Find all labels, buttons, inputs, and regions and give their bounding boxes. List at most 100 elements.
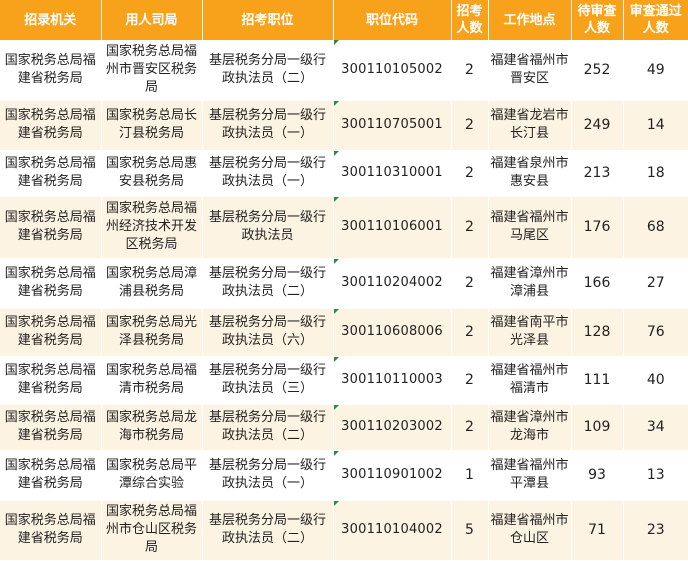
- table-row: 国家税务总局福建省税务局 国家税务总局龙海市税务局 基层税务分局一级行政执法员（二）…: [0, 404, 688, 451]
- header-row: 招录机关 用人司局 招考职位 职位代码 招考 人数 工作地点 待审查 人数 审查…: [0, 0, 688, 40]
- position-cell: 基层税务分局一级行政执法员（三）: [202, 356, 334, 405]
- position-code-cell: 300110105002: [333, 40, 452, 101]
- position-code-cell: 300110705001: [333, 100, 452, 151]
- department-cell: 国家税务总局光泽县税务局: [101, 308, 203, 357]
- review-stats-table: 招录机关 用人司局 招考职位 职位代码 招考 人数 工作地点 待审查 人数 审查…: [0, 0, 688, 561]
- position-cell: 基层税务分局一级行政执法员（二）: [202, 404, 334, 451]
- recruit-count-cell: 2: [451, 404, 489, 451]
- recruit-count-cell: 2: [451, 100, 489, 151]
- department-cell: 国家税务总局平潭综合实验: [101, 450, 203, 501]
- position-cell: 基层税务分局一级行政执法员（一）: [202, 450, 334, 501]
- passed-count-cell: 40: [623, 356, 688, 405]
- header-recruiting-agency: 招录机关: [0, 0, 102, 40]
- department-cell: 国家税务总局福州市晋安区税务局: [101, 40, 203, 101]
- work-location-cell: 福建省漳州市龙海市: [488, 404, 572, 451]
- work-location-cell: 福建省福州市福清市: [488, 356, 572, 405]
- org-cell: 国家税务总局福建省税务局: [0, 356, 102, 405]
- work-location-cell: 福建省福州市晋安区: [488, 40, 572, 101]
- pending-count-cell: 166: [571, 258, 624, 309]
- header-passed-count: 审查通过 人数: [623, 0, 688, 40]
- department-cell: 国家税务总局福州经济技术开发区税务局: [101, 196, 203, 259]
- position-cell: 基层税务分局一级行政执法员: [202, 196, 334, 259]
- passed-count-cell: 49: [623, 40, 688, 101]
- org-cell: 国家税务总局福建省税务局: [0, 500, 102, 561]
- department-cell: 国家税务总局龙海市税务局: [101, 404, 203, 451]
- pending-count-cell: 252: [571, 40, 624, 101]
- work-location-cell: 福建省福州市平潭县: [488, 450, 572, 501]
- passed-count-cell: 14: [623, 100, 688, 151]
- table-row: 国家税务总局福建省税务局 国家税务总局惠安县税务局 基层税务分局一级行政执法员（一）…: [0, 150, 688, 197]
- recruit-count-cell: 2: [451, 308, 489, 357]
- pending-count-cell: 111: [571, 356, 624, 405]
- position-cell: 基层税务分局一级行政执法员（六）: [202, 308, 334, 357]
- table-row: 国家税务总局福建省税务局 国家税务总局漳浦县税务局 基层税务分局一级行政执法员（二）…: [0, 258, 688, 309]
- recruit-count-cell: 5: [451, 500, 489, 561]
- org-cell: 国家税务总局福建省税务局: [0, 150, 102, 197]
- passed-count-cell: 23: [623, 500, 688, 561]
- pending-count-cell: 71: [571, 500, 624, 561]
- recruit-count-cell: 2: [451, 196, 489, 259]
- org-cell: 国家税务总局福建省税务局: [0, 404, 102, 451]
- table-row: 国家税务总局福建省税务局 国家税务总局福州市仓山区税务局 基层税务分局一级行政执法员…: [0, 500, 688, 561]
- org-cell: 国家税务总局福建省税务局: [0, 258, 102, 309]
- position-code-cell: 300110106001: [333, 196, 452, 259]
- table-row: 国家税务总局福建省税务局 国家税务总局光泽县税务局 基层税务分局一级行政执法员（六）…: [0, 308, 688, 357]
- passed-count-cell: 76: [623, 308, 688, 357]
- pending-count-cell: 93: [571, 450, 624, 501]
- passed-count-cell: 13: [623, 450, 688, 501]
- pending-count-cell: 176: [571, 196, 624, 259]
- position-cell: 基层税务分局一级行政执法员（二）: [202, 258, 334, 309]
- department-cell: 国家税务总局福州市仓山区税务局: [101, 500, 203, 561]
- department-cell: 国家税务总局福清市税务局: [101, 356, 203, 405]
- work-location-cell: 福建省南平市光泽县: [488, 308, 572, 357]
- work-location-cell: 福建省福州市仓山区: [488, 500, 572, 561]
- recruit-count-cell: 2: [451, 150, 489, 197]
- pending-count-cell: 249: [571, 100, 624, 151]
- work-location-cell: 福建省泉州市惠安县: [488, 150, 572, 197]
- position-code-cell: 300110203002: [333, 404, 452, 451]
- position-code-cell: 300110104002: [333, 500, 452, 561]
- passed-count-cell: 27: [623, 258, 688, 309]
- recruit-count-cell: 2: [451, 356, 489, 405]
- pending-count-cell: 109: [571, 404, 624, 451]
- table-row: 国家税务总局福建省税务局 国家税务总局平潭综合实验 基层税务分局一级行政执法员（一）…: [0, 450, 688, 501]
- position-cell: 基层税务分局一级行政执法员（二）: [202, 40, 334, 101]
- passed-count-cell: 68: [623, 196, 688, 259]
- position-code-cell: 300110901002: [333, 450, 452, 501]
- position-code-cell: 300110310001: [333, 150, 452, 197]
- header-pending-count: 待审查 人数: [571, 0, 624, 40]
- org-cell: 国家税务总局福建省税务局: [0, 196, 102, 259]
- table-row: 国家税务总局福建省税务局 国家税务总局福清市税务局 基层税务分局一级行政执法员（三）…: [0, 356, 688, 405]
- org-cell: 国家税务总局福建省税务局: [0, 100, 102, 151]
- header-employing-department: 用人司局: [101, 0, 203, 40]
- header-position: 招考职位: [202, 0, 334, 40]
- recruit-count-cell: 2: [451, 40, 489, 101]
- pending-count-cell: 213: [571, 150, 624, 197]
- position-code-cell: 300110204002: [333, 258, 452, 309]
- recruit-count-cell: 1: [451, 450, 489, 501]
- position-cell: 基层税务分局一级行政执法员（一）: [202, 150, 334, 197]
- header-recruit-count: 招考 人数: [451, 0, 489, 40]
- position-cell: 基层税务分局一级行政执法员（二）: [202, 500, 334, 561]
- org-cell: 国家税务总局福建省税务局: [0, 450, 102, 501]
- work-location-cell: 福建省福州市马尾区: [488, 196, 572, 259]
- table-row: 国家税务总局福建省税务局 国家税务总局福州市晋安区税务局 基层税务分局一级行政执法员…: [0, 40, 688, 101]
- position-code-cell: 300110110003: [333, 356, 452, 405]
- passed-count-cell: 34: [623, 404, 688, 451]
- table-row: 国家税务总局福建省税务局 国家税务总局福州经济技术开发区税务局 基层税务分局一级行政…: [0, 196, 688, 259]
- header-work-location: 工作地点: [488, 0, 572, 40]
- table-row: 国家税务总局福建省税务局 国家税务总局长汀县税务局 基层税务分局一级行政执法员（一）…: [0, 100, 688, 151]
- work-location-cell: 福建省漳州市漳浦县: [488, 258, 572, 309]
- position-code-cell: 300110608006: [333, 308, 452, 357]
- org-cell: 国家税务总局福建省税务局: [0, 40, 102, 101]
- header-position-code: 职位代码: [333, 0, 452, 40]
- passed-count-cell: 18: [623, 150, 688, 197]
- org-cell: 国家税务总局福建省税务局: [0, 308, 102, 357]
- department-cell: 国家税务总局惠安县税务局: [101, 150, 203, 197]
- work-location-cell: 福建省龙岩市长汀县: [488, 100, 572, 151]
- department-cell: 国家税务总局漳浦县税务局: [101, 258, 203, 309]
- position-cell: 基层税务分局一级行政执法员（一）: [202, 100, 334, 151]
- recruit-count-cell: 2: [451, 258, 489, 309]
- department-cell: 国家税务总局长汀县税务局: [101, 100, 203, 151]
- pending-count-cell: 128: [571, 308, 624, 357]
